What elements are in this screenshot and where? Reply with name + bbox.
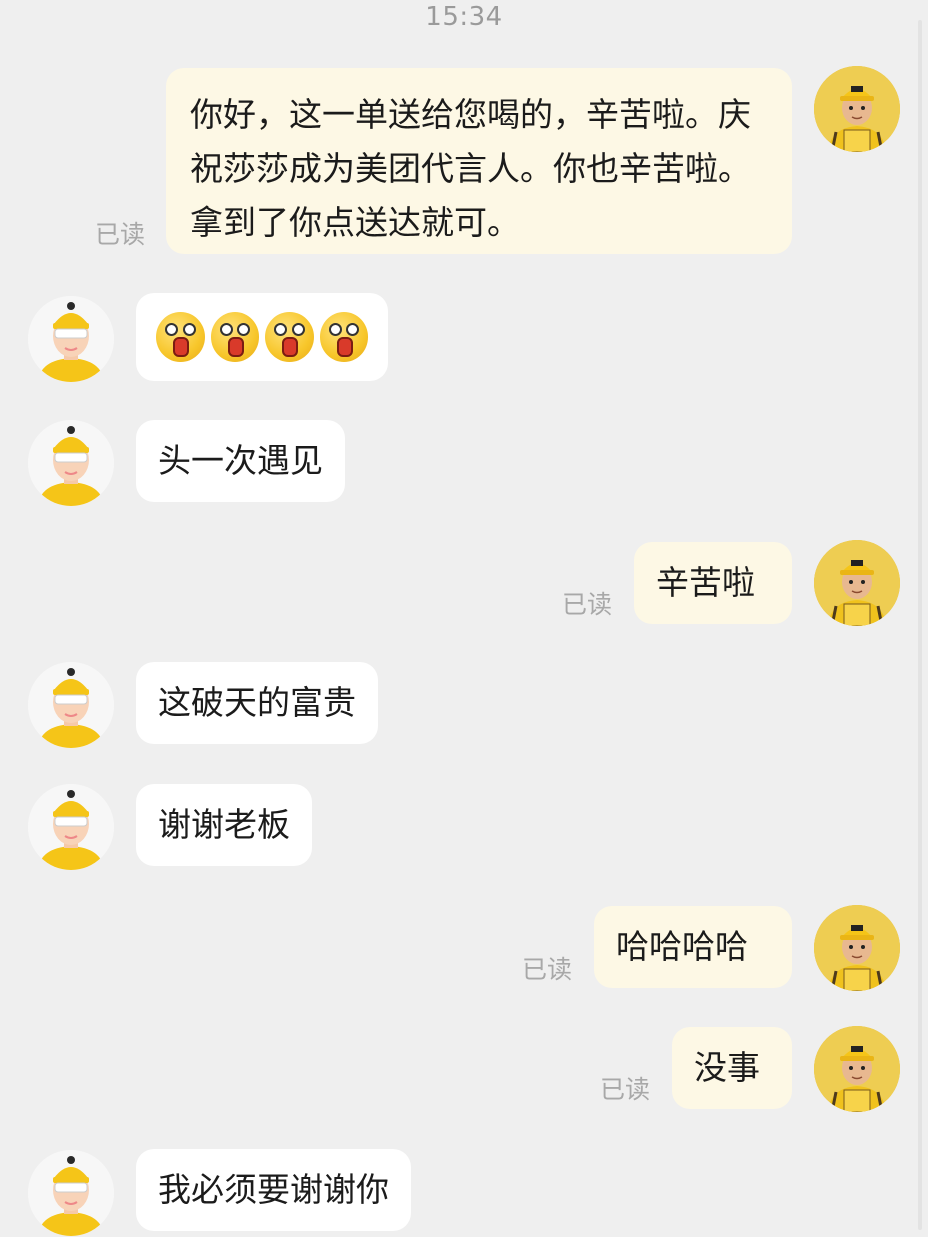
- scrollbar[interactable]: [918, 20, 922, 1230]
- message-bubble[interactable]: 辛苦啦: [634, 542, 792, 624]
- emoji-group: [156, 306, 368, 368]
- rider-avatar[interactable]: [28, 296, 114, 382]
- message-bubble[interactable]: 我必须要谢谢你: [136, 1149, 411, 1231]
- message-bubble[interactable]: 哈哈哈哈: [594, 906, 792, 988]
- read-status: 已读: [95, 220, 146, 249]
- message-bubble[interactable]: 谢谢老板: [136, 784, 312, 866]
- rider-avatar[interactable]: [28, 1150, 114, 1236]
- message-bubble[interactable]: 你好，这一单送给您喝的，辛苦啦。庆祝莎莎成为美团代言人。你也辛苦啦。拿到了你点送…: [166, 68, 792, 254]
- message-bubble[interactable]: 没事: [672, 1027, 792, 1109]
- read-status: 已读: [562, 590, 613, 619]
- message-bubble[interactable]: [136, 293, 388, 381]
- message-bubble[interactable]: 头一次遇见: [136, 420, 345, 502]
- read-status: 已读: [522, 955, 573, 984]
- rider-avatar[interactable]: [28, 784, 114, 870]
- scream-emoji-icon: [265, 312, 314, 362]
- user-avatar[interactable]: [814, 1026, 900, 1112]
- read-status: 已读: [600, 1075, 651, 1104]
- scream-emoji-icon: [210, 312, 259, 362]
- scream-emoji-icon: [156, 312, 205, 362]
- message-bubble[interactable]: 这破天的富贵: [136, 662, 378, 744]
- user-avatar[interactable]: [814, 905, 900, 991]
- scream-emoji-icon: [319, 312, 368, 362]
- rider-avatar[interactable]: [28, 662, 114, 748]
- rider-avatar[interactable]: [28, 420, 114, 506]
- user-avatar[interactable]: [814, 66, 900, 152]
- status-time: 15:34: [425, 2, 503, 32]
- user-avatar[interactable]: [814, 540, 900, 626]
